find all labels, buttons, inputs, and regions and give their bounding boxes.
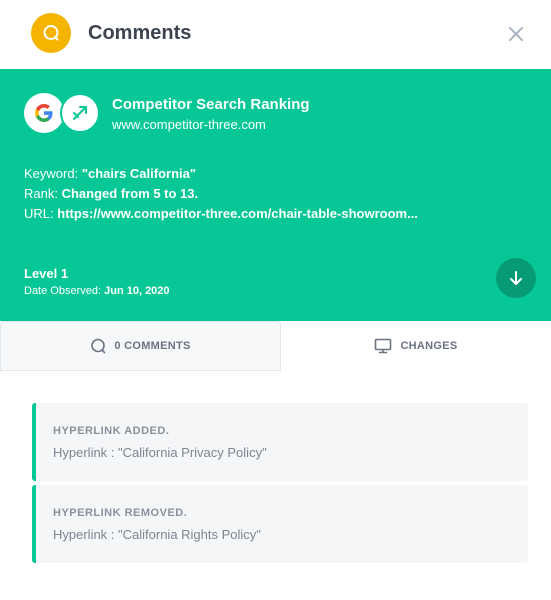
comment-icon [31, 13, 71, 53]
rank-change-icon [60, 93, 100, 133]
rank-value: Changed from 5 to 13. [61, 186, 199, 201]
alert-title: Competitor Search Ranking [112, 96, 310, 113]
change-card: HYPERLINK ADDED. Hyperlink : "California… [32, 403, 528, 481]
url-label: URL: [24, 206, 54, 221]
change-title: HYPERLINK ADDED. [53, 425, 170, 437]
url-value[interactable]: https://www.competitor-three.com/chair-t… [57, 206, 418, 221]
tab-bar: 0 COMMENTS CHANGES [0, 321, 551, 371]
monitor-icon [375, 338, 392, 354]
url-line: URL: https://www.competitor-three.com/ch… [24, 206, 418, 221]
level-label: Level 1 [24, 266, 69, 281]
alert-site: www.competitor-three.com [112, 117, 266, 132]
date-label: Date Observed: [24, 285, 102, 297]
scroll-down-button[interactable] [496, 258, 536, 298]
google-logo-icon [24, 93, 64, 133]
modal-header: Comments [0, 0, 551, 69]
keyword-value: "chairs California" [81, 166, 197, 181]
close-icon [509, 27, 523, 41]
change-card: HYPERLINK REMOVED. Hyperlink : "Californ… [32, 485, 528, 563]
tab-changes[interactable]: CHANGES [281, 321, 551, 371]
close-button[interactable] [503, 21, 529, 47]
rank-label: Rank: [24, 186, 58, 201]
alert-banner: Competitor Search Ranking www.competitor… [0, 69, 551, 321]
date-value: Jun 10, 2020 [104, 285, 170, 297]
arrow-down-icon [510, 271, 522, 285]
page-title: Comments [88, 22, 192, 44]
change-title: HYPERLINK REMOVED. [53, 507, 188, 519]
comment-icon [91, 338, 106, 354]
tab-comments-label: 0 COMMENTS [114, 340, 191, 352]
keyword-label: Keyword: [24, 166, 79, 181]
rank-line: Rank: Changed from 5 to 13. [24, 186, 198, 201]
change-body: Hyperlink : "California Privacy Policy" [53, 445, 267, 460]
date-observed: Date Observed: Jun 10, 2020 [24, 285, 170, 297]
tab-changes-label: CHANGES [400, 340, 458, 352]
change-body: Hyperlink : "California Rights Policy" [53, 527, 261, 542]
keyword-line: Keyword: "chairs California" [24, 166, 196, 181]
tab-comments[interactable]: 0 COMMENTS [0, 321, 281, 371]
